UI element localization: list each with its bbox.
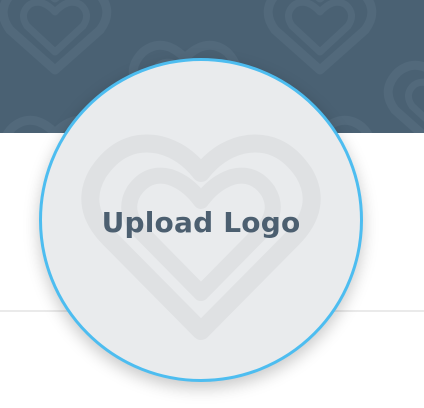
upload-logo-button[interactable]: Upload Logo bbox=[39, 58, 363, 382]
upload-logo-label: Upload Logo bbox=[101, 206, 301, 239]
